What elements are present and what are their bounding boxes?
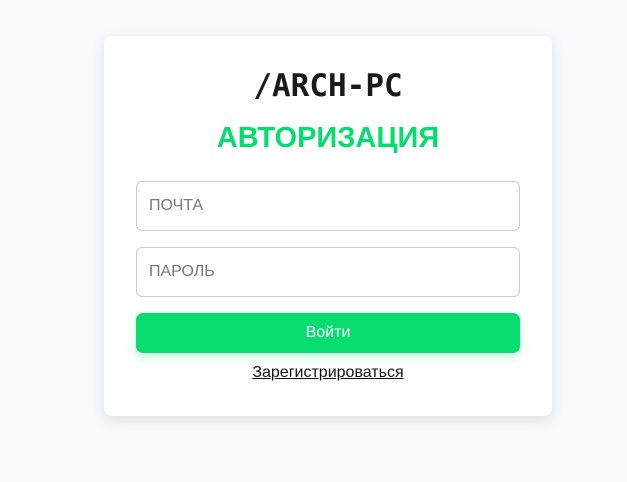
register-link-container: Зарегистрироваться xyxy=(104,363,552,383)
page-title: АВТОРИЗАЦИЯ xyxy=(216,122,440,154)
login-card: /ARCH-PC АВТОРИЗАЦИЯ Войти Зарегистриров… xyxy=(104,36,552,416)
brand-logo: /ARCH-PC xyxy=(253,68,403,104)
register-link[interactable]: Зарегистрироваться xyxy=(252,364,403,381)
login-button[interactable]: Войти xyxy=(136,313,520,353)
email-input[interactable] xyxy=(136,181,520,231)
password-input[interactable] xyxy=(136,247,520,297)
